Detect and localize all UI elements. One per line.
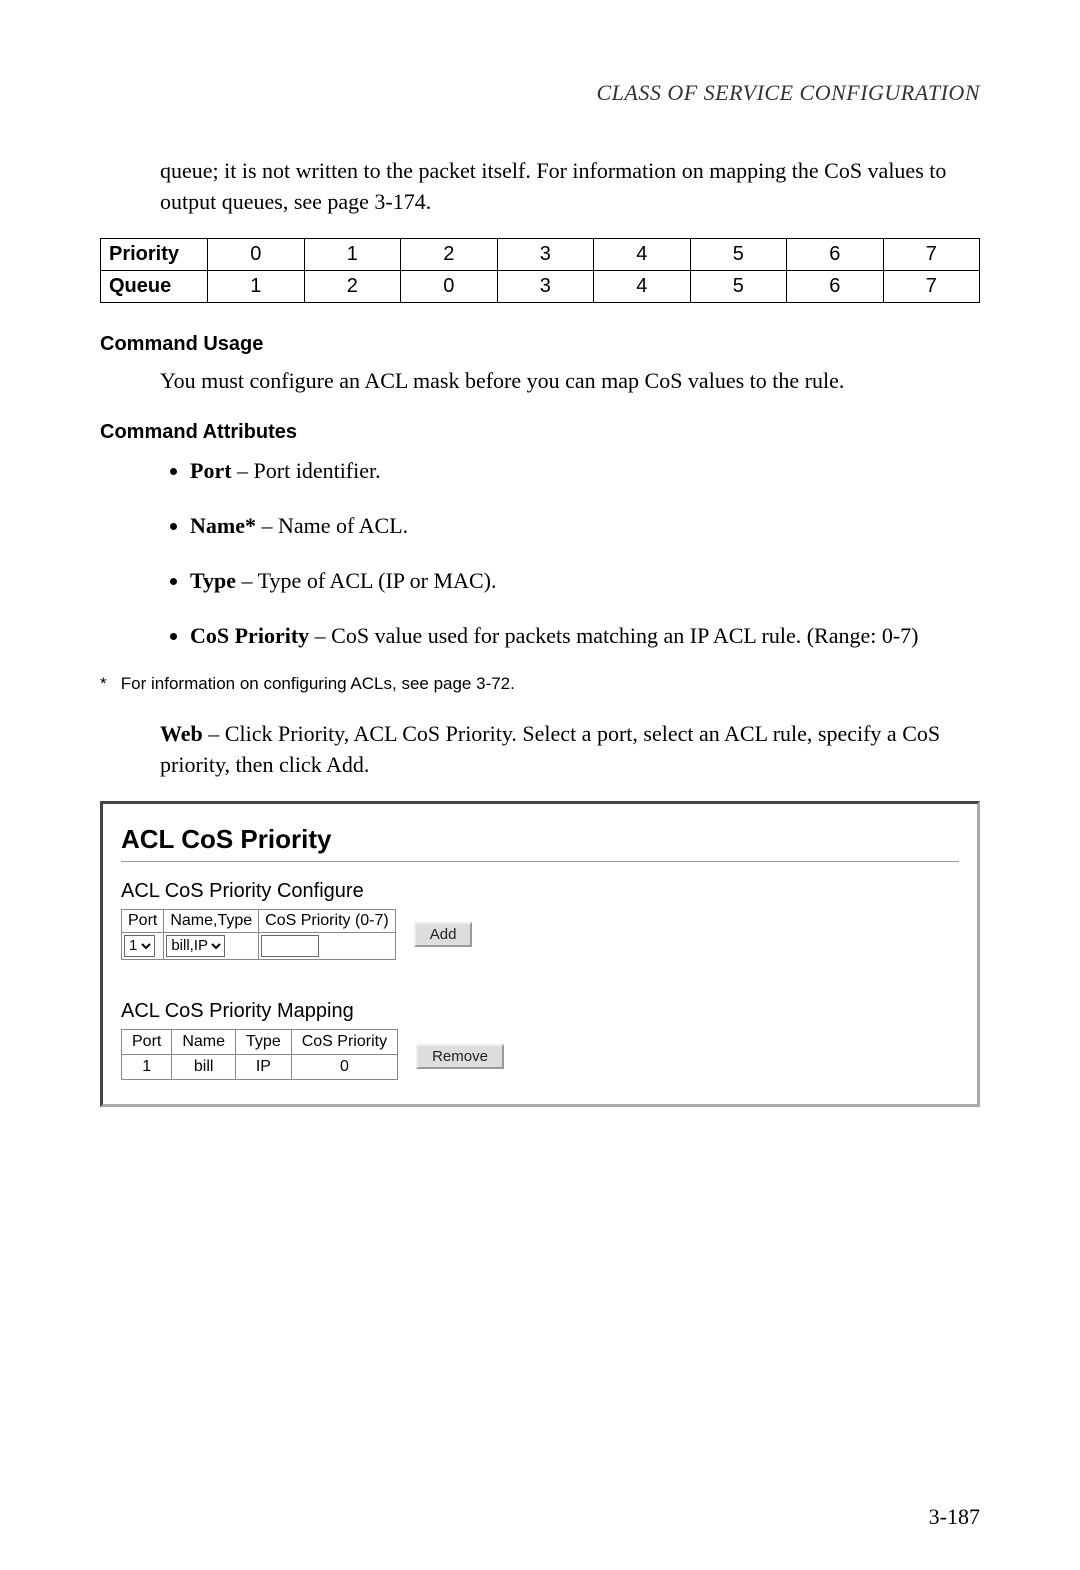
list-item: CoS Priority – CoS value used for packet…	[190, 619, 980, 652]
cell: 1	[304, 238, 401, 270]
cell: 3	[497, 270, 594, 302]
web-instructions: Web – Click Priority, ACL CoS Priority. …	[160, 719, 980, 781]
cell: 0	[401, 270, 498, 302]
mapping-row-container: Port Name Type CoS Priority 1 bill IP 0 …	[121, 1029, 959, 1084]
attribute-list: Port – Port identifier. Name* – Name of …	[190, 454, 980, 652]
command-attributes-heading: Command Attributes	[100, 421, 980, 444]
row-label: Priority	[101, 238, 208, 270]
screenshot-title: ACL CoS Priority	[121, 824, 959, 855]
desc: – Type of ACL (IP or MAC).	[236, 568, 496, 593]
map-col-type: Type	[236, 1029, 292, 1054]
configure-row: Port Name,Type CoS Priority (0-7) 1 bill…	[121, 909, 959, 960]
map-col-cos: CoS Priority	[291, 1029, 397, 1054]
cell: 6	[787, 270, 884, 302]
port-cell: 1	[122, 932, 164, 959]
cell: 5	[690, 238, 787, 270]
term: Type	[190, 568, 236, 593]
running-head: CLASS OF SERVICE CONFIGURATION	[100, 80, 980, 106]
command-usage-heading: Command Usage	[100, 333, 980, 356]
cos-priority-input[interactable]	[261, 935, 319, 957]
list-item: Type – Type of ACL (IP or MAC).	[190, 564, 980, 597]
map-col-name: Name	[172, 1029, 236, 1054]
web-lead: Web	[160, 721, 203, 746]
cell: 7	[883, 238, 980, 270]
cell: 7	[883, 270, 980, 302]
name-type-select[interactable]: bill,IP	[166, 935, 225, 957]
map-port: 1	[122, 1054, 172, 1079]
configure-heading: ACL CoS Priority Configure	[121, 880, 959, 903]
list-item: Name* – Name of ACL.	[190, 509, 980, 542]
command-usage-text: You must configure an ACL mask before yo…	[160, 366, 980, 397]
cell: 2	[401, 238, 498, 270]
term: Port	[190, 458, 232, 483]
priority-queue-table: Priority 0 1 2 3 4 5 6 7 Queue 1 2 0 3 4…	[100, 238, 980, 303]
cell: 2	[304, 270, 401, 302]
table-row: Queue 1 2 0 3 4 5 6 7	[101, 270, 980, 302]
col-name-type: Name,Type	[164, 909, 259, 932]
name-type-cell: bill,IP	[164, 932, 259, 959]
term: Name*	[190, 513, 256, 538]
row-label: Queue	[101, 270, 208, 302]
col-cos-priority: CoS Priority (0-7)	[259, 909, 396, 932]
footnote-text: For information on configuring ACLs, see…	[121, 674, 515, 693]
screenshot-panel: ACL CoS Priority ACL CoS Priority Config…	[100, 801, 980, 1107]
list-item: Port – Port identifier.	[190, 454, 980, 487]
term: CoS Priority	[190, 623, 309, 648]
desc: – Name of ACL.	[256, 513, 408, 538]
cell: 6	[787, 238, 884, 270]
cos-cell	[259, 932, 396, 959]
desc: – CoS value used for packets matching an…	[309, 623, 918, 648]
running-head-text: CLASS OF SERVICE CONFIGURATION	[597, 80, 981, 105]
mapping-heading: ACL CoS Priority Mapping	[121, 1000, 959, 1023]
map-type: IP	[236, 1054, 292, 1079]
footnote: * For information on configuring ACLs, s…	[100, 674, 980, 694]
cell: 3	[497, 238, 594, 270]
port-select[interactable]: 1	[124, 935, 155, 957]
mapping-table: Port Name Type CoS Priority 1 bill IP 0	[121, 1029, 398, 1080]
configure-table: Port Name,Type CoS Priority (0-7) 1 bill…	[121, 909, 396, 960]
add-button[interactable]: Add	[414, 922, 473, 947]
table-row: 1 bill IP 0	[122, 1054, 398, 1079]
table-row: Priority 0 1 2 3 4 5 6 7	[101, 238, 980, 270]
cell: 0	[208, 238, 305, 270]
desc: – Port identifier.	[232, 458, 381, 483]
cell: 4	[594, 270, 691, 302]
web-text: – Click Priority, ACL CoS Priority. Sele…	[160, 721, 940, 777]
footnote-marker: *	[100, 674, 107, 693]
cell: 1	[208, 270, 305, 302]
map-cos: 0	[291, 1054, 397, 1079]
page-number: 3-187	[929, 1504, 980, 1530]
cell: 5	[690, 270, 787, 302]
col-port: Port	[122, 909, 164, 932]
map-name: bill	[172, 1054, 236, 1079]
cell: 4	[594, 238, 691, 270]
divider	[121, 861, 959, 862]
intro-paragraph: queue; it is not written to the packet i…	[160, 156, 980, 218]
map-col-port: Port	[122, 1029, 172, 1054]
remove-button[interactable]: Remove	[416, 1044, 504, 1069]
